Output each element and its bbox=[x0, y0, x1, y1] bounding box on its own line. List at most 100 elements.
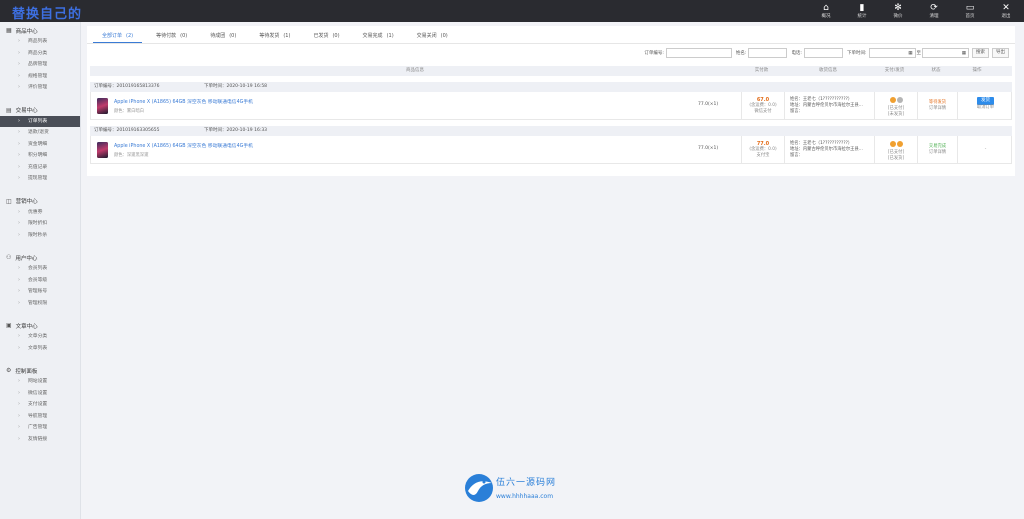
topnav-bar-chart[interactable]: ▮ 统计 bbox=[844, 0, 880, 22]
tab-order-filter[interactable]: 待成团 (0) bbox=[201, 26, 245, 43]
pay-method: 支付宝 bbox=[756, 153, 770, 158]
topnav-refresh[interactable]: ⟳ 清理 bbox=[916, 0, 952, 22]
watermark-url: www.hhhhaaa.com bbox=[496, 493, 554, 500]
sidebar-group-title[interactable]: ◫ 营销中心 bbox=[6, 196, 80, 207]
sidebar-item-label: 网站设置 bbox=[28, 379, 48, 384]
tab-order-filter[interactable]: 交易完成 (1) bbox=[354, 26, 403, 43]
sidebar-item[interactable]: 友情链接 bbox=[6, 434, 80, 446]
sidebar-item[interactable]: 导航管理 bbox=[6, 411, 80, 423]
tab-order-filter[interactable]: 交易关闭 (0) bbox=[408, 26, 457, 43]
sidebar-item[interactable]: 规格管理 bbox=[6, 71, 80, 83]
sidebar-item[interactable]: 网站设置 bbox=[6, 376, 80, 388]
sidebar-group: ▤交易中心订单列表退款/退货资金明细积分明细充值记录提现管理 bbox=[0, 105, 80, 185]
end-date-input[interactable]: ▦ bbox=[922, 48, 969, 58]
sidebar-group-label: 控制面板 bbox=[15, 368, 38, 375]
sidebar-item[interactable]: 微信设置 bbox=[6, 388, 80, 400]
sidebar-item-label: 评价管理 bbox=[28, 85, 48, 90]
topnav-monitor[interactable]: ▭ 首页 bbox=[952, 0, 988, 22]
order-detail-link[interactable]: 订单详情 bbox=[918, 106, 957, 112]
product-thumbnail[interactable] bbox=[97, 141, 108, 158]
home-icon: ⌂ bbox=[823, 3, 829, 13]
sidebar-item[interactable]: 资金明细 bbox=[6, 139, 80, 151]
status-cell: 交易完成 订单详情 bbox=[917, 136, 957, 164]
sidebar-item[interactable]: 管理账号 bbox=[6, 286, 80, 298]
pay-ship-icons bbox=[875, 97, 917, 106]
sidebar-item[interactable]: 限时秒杀 bbox=[6, 230, 80, 242]
product-thumbnail[interactable] bbox=[97, 97, 108, 114]
sidebar-item[interactable]: 文章列表 bbox=[6, 343, 80, 355]
action-cell: - bbox=[957, 136, 1013, 164]
topnav-gear[interactable]: ✻ 微价 bbox=[880, 0, 916, 22]
product-attribute: 颜色：雾白暗白 bbox=[114, 108, 145, 114]
sidebar-item-label: 商品列表 bbox=[28, 39, 48, 44]
tab-label: 待成团 bbox=[210, 33, 226, 39]
settings-icon: ⚙ bbox=[6, 367, 12, 374]
topnav-home[interactable]: ⌂ 概况 bbox=[808, 0, 844, 22]
sidebar-item[interactable]: 商品分类 bbox=[6, 48, 80, 60]
pay-ship-icons bbox=[875, 141, 917, 150]
tab-count: (0) bbox=[180, 33, 188, 39]
phone-input[interactable] bbox=[803, 48, 843, 58]
phone-label: 电话: bbox=[791, 51, 802, 56]
topnav-label: 首页 bbox=[965, 14, 975, 19]
sidebar-item-label: 友情链接 bbox=[28, 436, 48, 442]
sidebar-item[interactable]: 广告管理 bbox=[6, 422, 80, 434]
sidebar-item[interactable]: 支付设置 bbox=[6, 399, 80, 411]
product-name-link[interactable]: Apple iPhone X (A1865) 64GB 深空灰色 移动联通电信4… bbox=[114, 142, 694, 149]
tab-order-filter[interactable]: 已发货 (0) bbox=[304, 26, 348, 43]
sidebar-group-title[interactable]: ▦ 商品中心 bbox=[6, 25, 80, 36]
order-no-input[interactable] bbox=[665, 48, 732, 58]
sidebar-item[interactable]: 退款/退货 bbox=[6, 127, 80, 139]
export-button[interactable]: 导出 bbox=[992, 48, 1009, 58]
top-nav: ⌂ 概况 ▮ 统计 ✻ 微价 ⟳ 清理 ▭ 首页 ✕ 退出 bbox=[808, 0, 1024, 22]
sidebar-item-label: 支付设置 bbox=[28, 402, 48, 407]
sidebar-item[interactable]: 管理权限 bbox=[6, 298, 80, 310]
start-date-input[interactable]: ▦ bbox=[868, 48, 916, 58]
sidebar-item[interactable]: 充值记录 bbox=[6, 162, 80, 174]
sidebar-group-title[interactable]: ▤ 交易中心 bbox=[6, 105, 80, 116]
name-input[interactable] bbox=[748, 48, 788, 58]
sidebar-item-label: 微信设置 bbox=[28, 390, 48, 396]
order-detail-link[interactable]: 订单详情 bbox=[918, 150, 957, 156]
sidebar-item-label: 会员等级 bbox=[28, 277, 48, 283]
sidebar-item[interactable]: 优惠券 bbox=[6, 207, 80, 219]
sidebar-item[interactable]: 订单列表 bbox=[0, 115, 80, 127]
sidebar-group: ⚇用户中心会员列表会员等级管理账号管理权限 bbox=[0, 252, 80, 309]
sidebar-group-title[interactable]: ▣ 文章中心 bbox=[6, 320, 80, 331]
sidebar-group-label: 用户中心 bbox=[15, 255, 38, 262]
monitor-icon: ▭ bbox=[965, 3, 975, 13]
tab-label: 交易完成 bbox=[362, 33, 383, 39]
sidebar-item[interactable]: 品牌管理 bbox=[6, 59, 80, 71]
doc-icon: ▣ bbox=[6, 322, 12, 329]
search-button[interactable]: 搜索 bbox=[972, 48, 989, 58]
sidebar-item-label: 订单列表 bbox=[28, 118, 48, 124]
watermark: 伍六一源码网 www.hhhhaaa.com bbox=[462, 467, 572, 509]
sidebar-item[interactable]: 评价管理 bbox=[6, 82, 80, 94]
sidebar-item-label: 充值记录 bbox=[28, 164, 48, 170]
sidebar-item[interactable]: 文章分类 bbox=[6, 331, 80, 343]
bar-chart-icon: ▮ bbox=[859, 3, 865, 13]
sidebar-item[interactable]: 会员列表 bbox=[6, 263, 80, 275]
tab-order-filter[interactable]: 全部订单 (2) bbox=[93, 26, 143, 43]
sidebar-item-label: 管理账号 bbox=[28, 289, 48, 294]
product-name-link[interactable]: Apple iPhone X (A1865) 64GB 深空灰色 移动联通电信4… bbox=[114, 98, 694, 105]
tab-count: (0) bbox=[229, 33, 237, 39]
sidebar-item[interactable]: 商品列表 bbox=[6, 36, 80, 48]
filter-bar: 订单编号: 姓名: 电话: 下单时间: ▦ 至 ▦ 搜索 导出 bbox=[640, 48, 1009, 58]
sidebar-group-title[interactable]: ⚙ 控制面板 bbox=[6, 365, 80, 376]
sidebar-item[interactable]: 限时折扣 bbox=[6, 218, 80, 230]
tab-order-filter[interactable]: 等待付款 (0) bbox=[147, 26, 196, 43]
sidebar-item-label: 积分明细 bbox=[28, 153, 48, 158]
topnav-close[interactable]: ✕ 退出 bbox=[988, 0, 1024, 22]
tab-order-filter[interactable]: 等待发货 (1) bbox=[250, 26, 299, 43]
sidebar-item[interactable]: 会员等级 bbox=[6, 275, 80, 287]
cancel-order-link[interactable]: 取消订单 bbox=[958, 105, 1013, 111]
sidebar-item[interactable]: 积分明细 bbox=[6, 150, 80, 162]
sidebar-group-title[interactable]: ⚇ 用户中心 bbox=[6, 252, 80, 263]
product-attribute: 颜色：深邃黑深邃 bbox=[114, 152, 149, 158]
ship-button[interactable]: 发货 bbox=[977, 97, 994, 105]
topnav-label: 概况 bbox=[821, 14, 831, 19]
sidebar-item[interactable]: 提现管理 bbox=[6, 173, 80, 185]
